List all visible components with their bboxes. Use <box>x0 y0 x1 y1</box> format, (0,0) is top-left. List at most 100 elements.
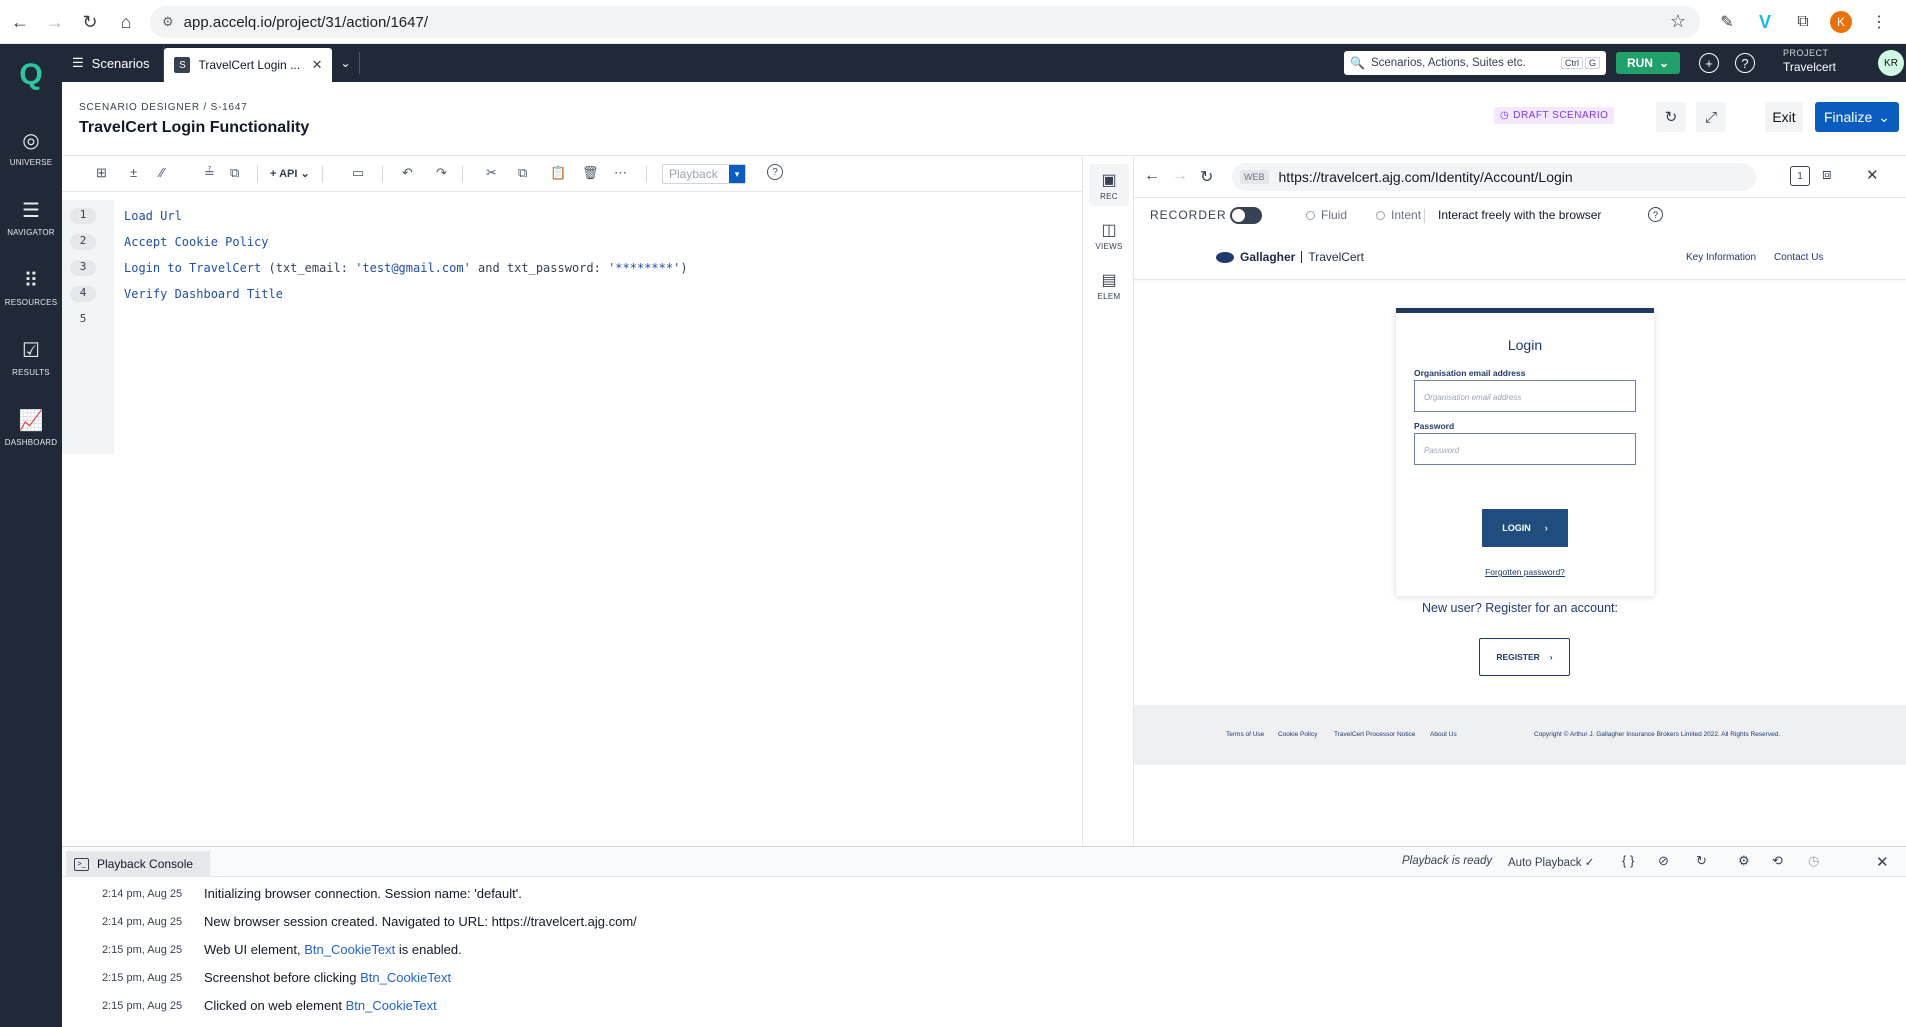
playback-select[interactable]: Playback ▾ <box>662 164 746 184</box>
login-card: Login Organisation email address Organis… <box>1396 308 1654 596</box>
undo-icon[interactable]: ↶ <box>402 165 413 181</box>
gallagher-logo[interactable]: Gallagher TravelCert <box>1216 250 1364 264</box>
login-title: Login <box>1507 337 1543 353</box>
terminal-icon: >_ <box>74 857 89 871</box>
block-icon[interactable]: ⊘ <box>1658 853 1669 869</box>
sync-icon[interactable]: ⟲ <box>1772 853 1783 869</box>
menu-kebab-icon[interactable]: ⋮ <box>1868 12 1890 32</box>
about-us-link[interactable]: About Us <box>1430 731 1457 738</box>
calendar-icon[interactable]: ▭ <box>352 165 364 181</box>
toggle-comment-icon[interactable]: ⁄⁄ <box>160 165 164 180</box>
sidebar-item-resources[interactable]: ⠿ RESOURCES <box>0 252 62 322</box>
help-icon[interactable]: ? <box>1648 207 1663 222</box>
cut-icon[interactable]: ✂ <box>486 165 497 181</box>
project-selector[interactable]: PROJECT Travelcert <box>1783 48 1836 74</box>
paste-icon[interactable]: 📋 <box>550 165 566 181</box>
insert-step-icon[interactable]: ⊞ <box>96 165 107 181</box>
tab-playback-console[interactable]: >_ Playback Console <box>66 851 210 877</box>
global-search[interactable]: 🔍 Scenarios, Actions, Suites etc. Ctrl G <box>1344 51 1606 75</box>
bookmark-star-icon[interactable]: ☆ <box>1670 11 1686 32</box>
chevron-right-icon: › <box>1549 652 1553 662</box>
help-icon[interactable]: ? <box>767 164 783 180</box>
more-icon[interactable]: ⋯ <box>614 165 627 181</box>
site-info-icon[interactable]: ⚙ <box>162 14 174 30</box>
processor-notice-link[interactable]: TravelCert Processor Notice <box>1334 731 1415 738</box>
exit-button[interactable]: Exit <box>1765 102 1803 132</box>
user-avatar[interactable]: KR <box>1878 50 1904 76</box>
sidebar-item-navigator[interactable]: ☰ NAVIGATOR <box>0 182 62 252</box>
redo-icon[interactable]: ↷ <box>436 165 447 181</box>
api-menu[interactable]: + API ⌄ <box>270 167 310 180</box>
rail-views[interactable]: ◫ VIEWS <box>1089 214 1129 256</box>
forward-icon[interactable]: → <box>37 4 73 40</box>
recorder-toggle[interactable] <box>1230 207 1262 224</box>
accelq-logo[interactable]: Q <box>0 44 62 106</box>
help-icon[interactable]: ? <box>1735 53 1755 73</box>
sidebar-item-results[interactable]: ☑ RESULTS <box>0 322 62 392</box>
login-button[interactable]: LOGIN › <box>1482 509 1568 547</box>
step-line[interactable]: Login to TravelCert (txt_email: 'test@gm… <box>124 261 688 275</box>
vimeo-extension-icon[interactable]: V <box>1754 12 1776 33</box>
reload-icon[interactable]: ↻ <box>1200 167 1213 187</box>
register-button[interactable]: REGISTER › <box>1479 638 1570 676</box>
close-icon[interactable]: ✕ <box>1876 853 1889 871</box>
add-icon[interactable]: + <box>1699 53 1719 73</box>
expand-button[interactable]: ⤢ <box>1696 102 1726 132</box>
terms-link[interactable]: Terms of Use <box>1226 731 1264 738</box>
email-field[interactable]: Organisation email address <box>1414 380 1636 412</box>
home-icon[interactable]: ⌂ <box>108 4 144 40</box>
chevron-down-icon[interactable]: ⌄ <box>332 52 360 74</box>
add-comment-icon[interactable]: ± <box>130 165 137 180</box>
step-line[interactable]: Verify Dashboard Title <box>124 287 283 301</box>
key-information-link[interactable]: Key Information <box>1686 252 1756 263</box>
extensions-icon[interactable]: ⧉ <box>1792 13 1814 31</box>
settings-icon[interactable]: ⚙ <box>1738 853 1750 869</box>
forward-icon[interactable]: → <box>1172 167 1188 185</box>
copy-icon[interactable]: ⧉ <box>518 165 527 181</box>
condition-icon[interactable]: ≟ <box>204 165 215 181</box>
views-icon: ◫ <box>1101 221 1117 239</box>
forgot-password-link[interactable]: Forgotten password? <box>1396 567 1654 577</box>
history-icon[interactable]: ◷ <box>1808 853 1819 869</box>
refresh-button[interactable]: ↻ <box>1656 102 1686 132</box>
refresh-icon[interactable]: ↻ <box>1696 853 1707 869</box>
auto-playback-toggle[interactable]: Auto Playback ✓ <box>1508 855 1594 869</box>
tab-count[interactable]: 1 <box>1790 166 1810 186</box>
back-icon[interactable]: ← <box>1144 167 1160 185</box>
mode-intent-radio[interactable]: Intent <box>1376 208 1421 222</box>
profile-avatar[interactable]: K <box>1830 11 1852 33</box>
back-icon[interactable]: ← <box>2 4 38 40</box>
element-link[interactable]: Btn_CookieText <box>360 970 451 985</box>
sidebar-item-dashboard[interactable]: 📈 DASHBOARD <box>0 392 62 462</box>
delete-icon[interactable]: 🗑 <box>582 165 599 181</box>
reload-icon[interactable]: ↻ <box>72 4 108 40</box>
braces-icon[interactable]: { } <box>1622 853 1634 868</box>
step-line[interactable]: Load Url <box>124 209 182 223</box>
contact-us-link[interactable]: Contact Us <box>1774 252 1823 263</box>
recorder-bar: RECORDER Fluid Intent Interact freely wi… <box>1134 198 1906 232</box>
element-link[interactable]: Btn_CookieText <box>346 998 437 1013</box>
recorder-url-field[interactable]: WEB https://travelcert.ajg.com/Identity/… <box>1232 163 1756 191</box>
cookie-policy-link[interactable]: Cookie Policy <box>1278 731 1317 738</box>
address-bar[interactable]: ⚙ app.accelq.io/project/31/action/1647/ … <box>150 6 1700 38</box>
rail-rec[interactable]: ▣ REC <box>1089 164 1129 206</box>
password-field[interactable]: Password <box>1414 433 1636 465</box>
playback-console: >_ Playback Console Playback is ready Au… <box>62 846 1906 1027</box>
browser-toolbar: ← → ↻ ⌂ ⚙ app.accelq.io/project/31/actio… <box>0 0 1906 44</box>
line-number: 2 <box>70 234 96 250</box>
run-button[interactable]: RUN ⌄ <box>1616 52 1680 74</box>
sidebar-item-universe[interactable]: ◎ UNIVERSE <box>0 112 62 182</box>
scenarios-button[interactable]: ☰ Scenarios <box>62 44 165 82</box>
web-recorder-panel: ← → ↻ WEB https://travelcert.ajg.com/Ide… <box>1134 156 1906 846</box>
edit-icon[interactable]: ✎ <box>1716 12 1738 32</box>
step-line[interactable]: Accept Cookie Policy <box>124 235 269 249</box>
rail-elem[interactable]: ▤ ELEM <box>1089 264 1129 306</box>
close-icon[interactable]: ✕ <box>312 57 323 73</box>
copy-steps-icon[interactable]: ⧉ <box>230 165 239 181</box>
close-icon[interactable]: ✕ <box>1866 166 1879 184</box>
tab-travelcert-login[interactable]: S TravelCert Login ... ✕ <box>164 48 333 82</box>
finalize-button[interactable]: Finalize ⌄ <box>1815 102 1899 132</box>
device-icon[interactable]: ⧈ <box>1822 166 1832 183</box>
element-link[interactable]: Btn_CookieText <box>304 942 395 957</box>
mode-fluid-radio[interactable]: Fluid <box>1306 208 1347 222</box>
